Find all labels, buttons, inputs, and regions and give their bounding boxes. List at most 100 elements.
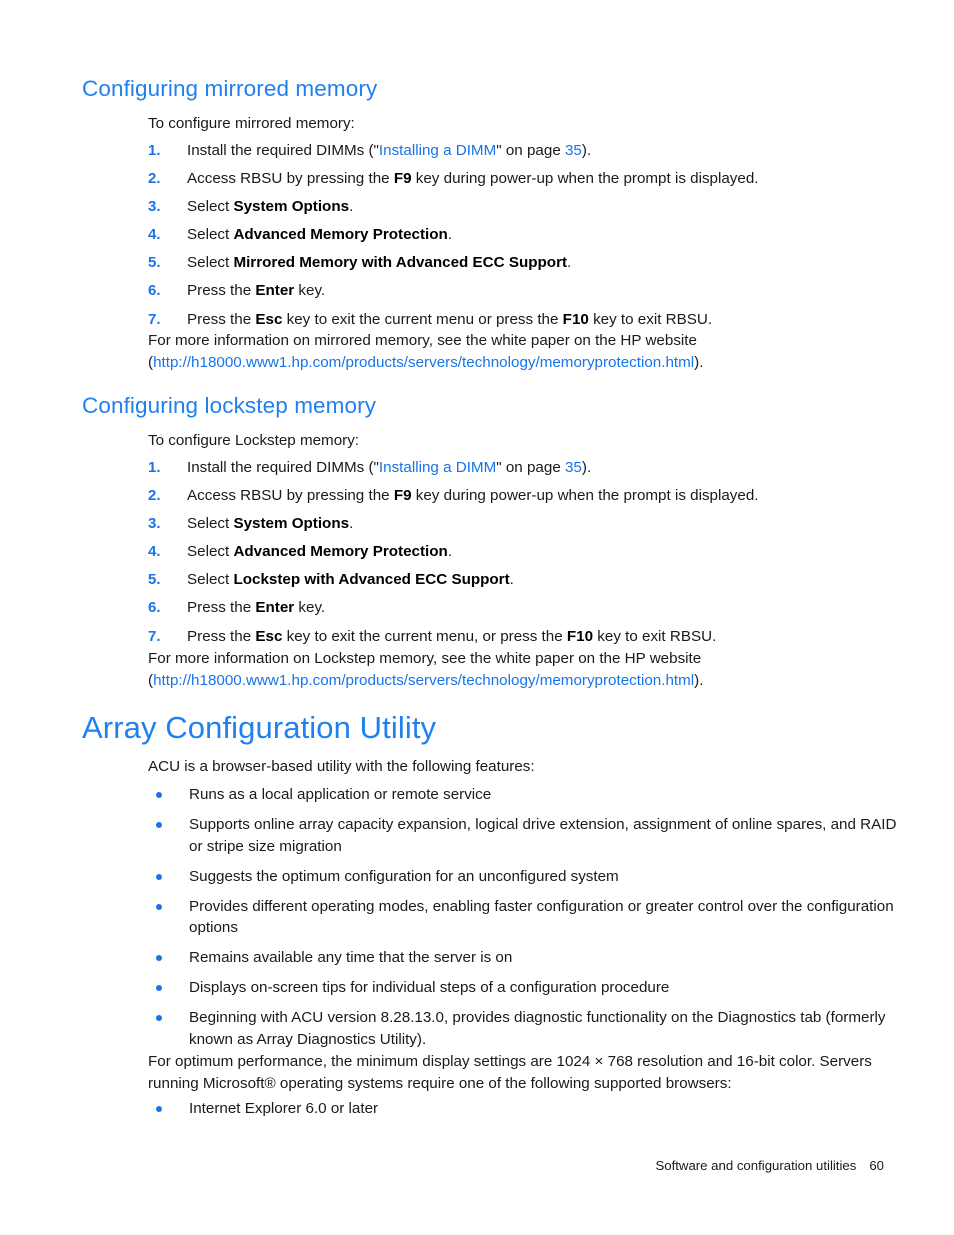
list-item-text: Select Advanced Memory Protection.: [187, 226, 452, 243]
emphasis-text: Enter: [255, 599, 295, 617]
inline-link[interactable]: 35: [565, 142, 582, 159]
list-item: 7. Press the Esc key to exit the current …: [148, 626, 888, 648]
list-item: 4. Select Advanced Memory Protection.: [148, 541, 888, 563]
text-run: ).: [581, 142, 592, 159]
emphasis-text: Mirrored Memory with Advanced ECC Suppor…: [233, 254, 568, 272]
text-run: Press the: [187, 627, 256, 645]
bullet-icon: [156, 1106, 162, 1112]
list-item-text: Internet Explorer 6.0 or later: [189, 1100, 379, 1117]
list-item-text: Select Mirrored Memory with Advanced ECC…: [187, 254, 571, 271]
inline-link[interactable]: 35: [565, 459, 582, 476]
page-footer: Software and configuration utilities 60: [0, 1158, 884, 1173]
text-run: key during power-up when the prompt is d…: [411, 170, 759, 188]
list-item-text: Supports online array capacity expansion…: [189, 816, 897, 855]
emphasis-text: Advanced Memory Protection: [233, 543, 448, 561]
text-run: Select: [187, 226, 234, 244]
list-item-number: 5.: [148, 254, 161, 272]
footer-section-title: Software and configuration utilities: [655, 1158, 857, 1173]
text-run: key to exit RBSU.: [593, 627, 717, 645]
list-item: Internet Explorer 6.0 or later: [148, 1098, 900, 1120]
text-run: Select: [187, 543, 234, 561]
list-item: 1. Install the required DIMMs ("Installin…: [148, 140, 888, 162]
heading-configuring-mirrored-memory: Configuring mirrored memory: [82, 76, 378, 101]
text-run: .: [567, 254, 572, 272]
list-item: 5. Select Mirrored Memory with Advanced E…: [148, 252, 888, 274]
text-run: ).: [694, 671, 704, 689]
emphasis-text: System Options: [233, 198, 350, 216]
emphasis-text: Esc: [255, 627, 283, 645]
list-item-text: Displays on-screen tips for individual s…: [189, 979, 670, 996]
footer-page-number: 60: [869, 1158, 884, 1173]
list-item-text: Remains available any time that the serv…: [189, 949, 513, 966]
emphasis-text: F9: [393, 170, 412, 188]
list-item: Provides different operating modes, enab…: [148, 896, 900, 939]
list-item-text: Press the Enter key.: [187, 282, 325, 299]
text-run: key.: [294, 599, 326, 617]
bullet-icon: [156, 792, 162, 798]
steps-lockstep-memory: 1. Install the required DIMMs ("Installin…: [148, 457, 888, 654]
list-item-text: Install the required DIMMs ("Installing …: [187, 459, 591, 476]
list-item-text: Select Lockstep with Advanced ECC Suppor…: [187, 571, 514, 588]
text-run: Select: [187, 515, 234, 533]
inline-link[interactable]: Installing a DIMM: [379, 142, 496, 159]
list-item-text: Access RBSU by pressing the F9 key durin…: [187, 170, 759, 187]
bullet-icon: [156, 985, 162, 991]
list-item-number: 6.: [148, 282, 161, 300]
text-run: Select: [187, 198, 234, 216]
list-item-text: Press the Esc key to exit the current me…: [187, 311, 712, 328]
list-item-number: 4.: [148, 543, 161, 561]
list-item-text: Beginning with ACU version 8.28.13.0, pr…: [189, 1009, 886, 1048]
list-item: Remains available any time that the serv…: [148, 947, 900, 969]
bullet-icon: [156, 873, 162, 880]
list-item-text: Suggests the optimum configuration for a…: [189, 867, 619, 885]
list-item-text: Select System Options.: [187, 198, 353, 215]
list-item-text: Access RBSU by pressing the F9 key durin…: [187, 487, 759, 504]
text-run: key to exit RBSU.: [588, 310, 713, 328]
list-item-number: 7.: [148, 627, 161, 645]
heading-configuring-lockstep-memory: Configuring lockstep memory: [82, 393, 377, 418]
text-run: ).: [694, 353, 704, 371]
list-item: Beginning with ACU version 8.28.13.0, pr…: [148, 1007, 900, 1050]
text-run: " on page: [496, 459, 565, 476]
list-item-number: 4.: [148, 226, 161, 244]
list-item-text: Provides different operating modes, enab…: [189, 897, 894, 937]
text-run: .: [447, 226, 453, 244]
text-run: " on page: [496, 142, 565, 159]
inline-link[interactable]: Installing a DIMM: [379, 459, 496, 476]
list-item: 4. Select Advanced Memory Protection.: [148, 224, 888, 246]
emphasis-text: Esc: [255, 310, 283, 328]
list-item: 3. Select System Options.: [148, 196, 888, 218]
acu-requirements-paragraph: For optimum performance, the minimum dis…: [148, 1053, 872, 1092]
text-run: Access RBSU by pressing the: [187, 487, 394, 505]
text-run: Press the: [187, 310, 256, 328]
list-item-text: Select Advanced Memory Protection.: [187, 543, 452, 560]
text-run: .: [349, 515, 354, 533]
list-item: 6. Press the Enter key.: [148, 597, 888, 619]
emphasis-text: F9: [393, 487, 412, 505]
intro-mirrored-memory: To configure mirrored memory:: [148, 115, 355, 132]
text-run: Install the required DIMMs (": [187, 459, 379, 476]
inline-link[interactable]: http://h18000.www1.hp.com/products/serve…: [153, 354, 694, 371]
bullet-icon: [156, 903, 162, 910]
heading-array-configuration-utility: Array Configuration Utility: [82, 710, 437, 745]
list-item: 2. Access RBSU by pressing the F9 key dur…: [148, 168, 888, 190]
document-page: Configuring mirrored memory To configure…: [0, 0, 954, 1235]
list-item-number: 2.: [148, 487, 161, 505]
list-item: 6. Press the Enter key.: [148, 280, 888, 302]
intro-acu: ACU is a browser-based utility with the …: [148, 758, 535, 775]
text-run: Press the: [187, 282, 256, 300]
emphasis-text: Lockstep with Advanced ECC Support: [233, 571, 510, 589]
inline-link[interactable]: http://h18000.www1.hp.com/products/serve…: [153, 672, 694, 689]
list-item-number: 1.: [148, 459, 161, 476]
text-run: .: [349, 198, 354, 216]
list-item: Displays on-screen tips for individual s…: [148, 977, 900, 999]
list-item-number: 3.: [148, 198, 161, 216]
closing-lockstep-memory: For more information on Lockstep memory,…: [148, 648, 848, 691]
emphasis-text: System Options: [233, 515, 350, 533]
list-item-text: Press the Esc key to exit the current me…: [187, 628, 716, 645]
emphasis-text: F10: [566, 627, 594, 645]
bullet-icon: [156, 955, 162, 961]
steps-mirrored-memory: 1. Install the required DIMMs ("Installin…: [148, 140, 888, 337]
list-item-number: 5.: [148, 571, 161, 589]
emphasis-text: Enter: [255, 282, 295, 300]
